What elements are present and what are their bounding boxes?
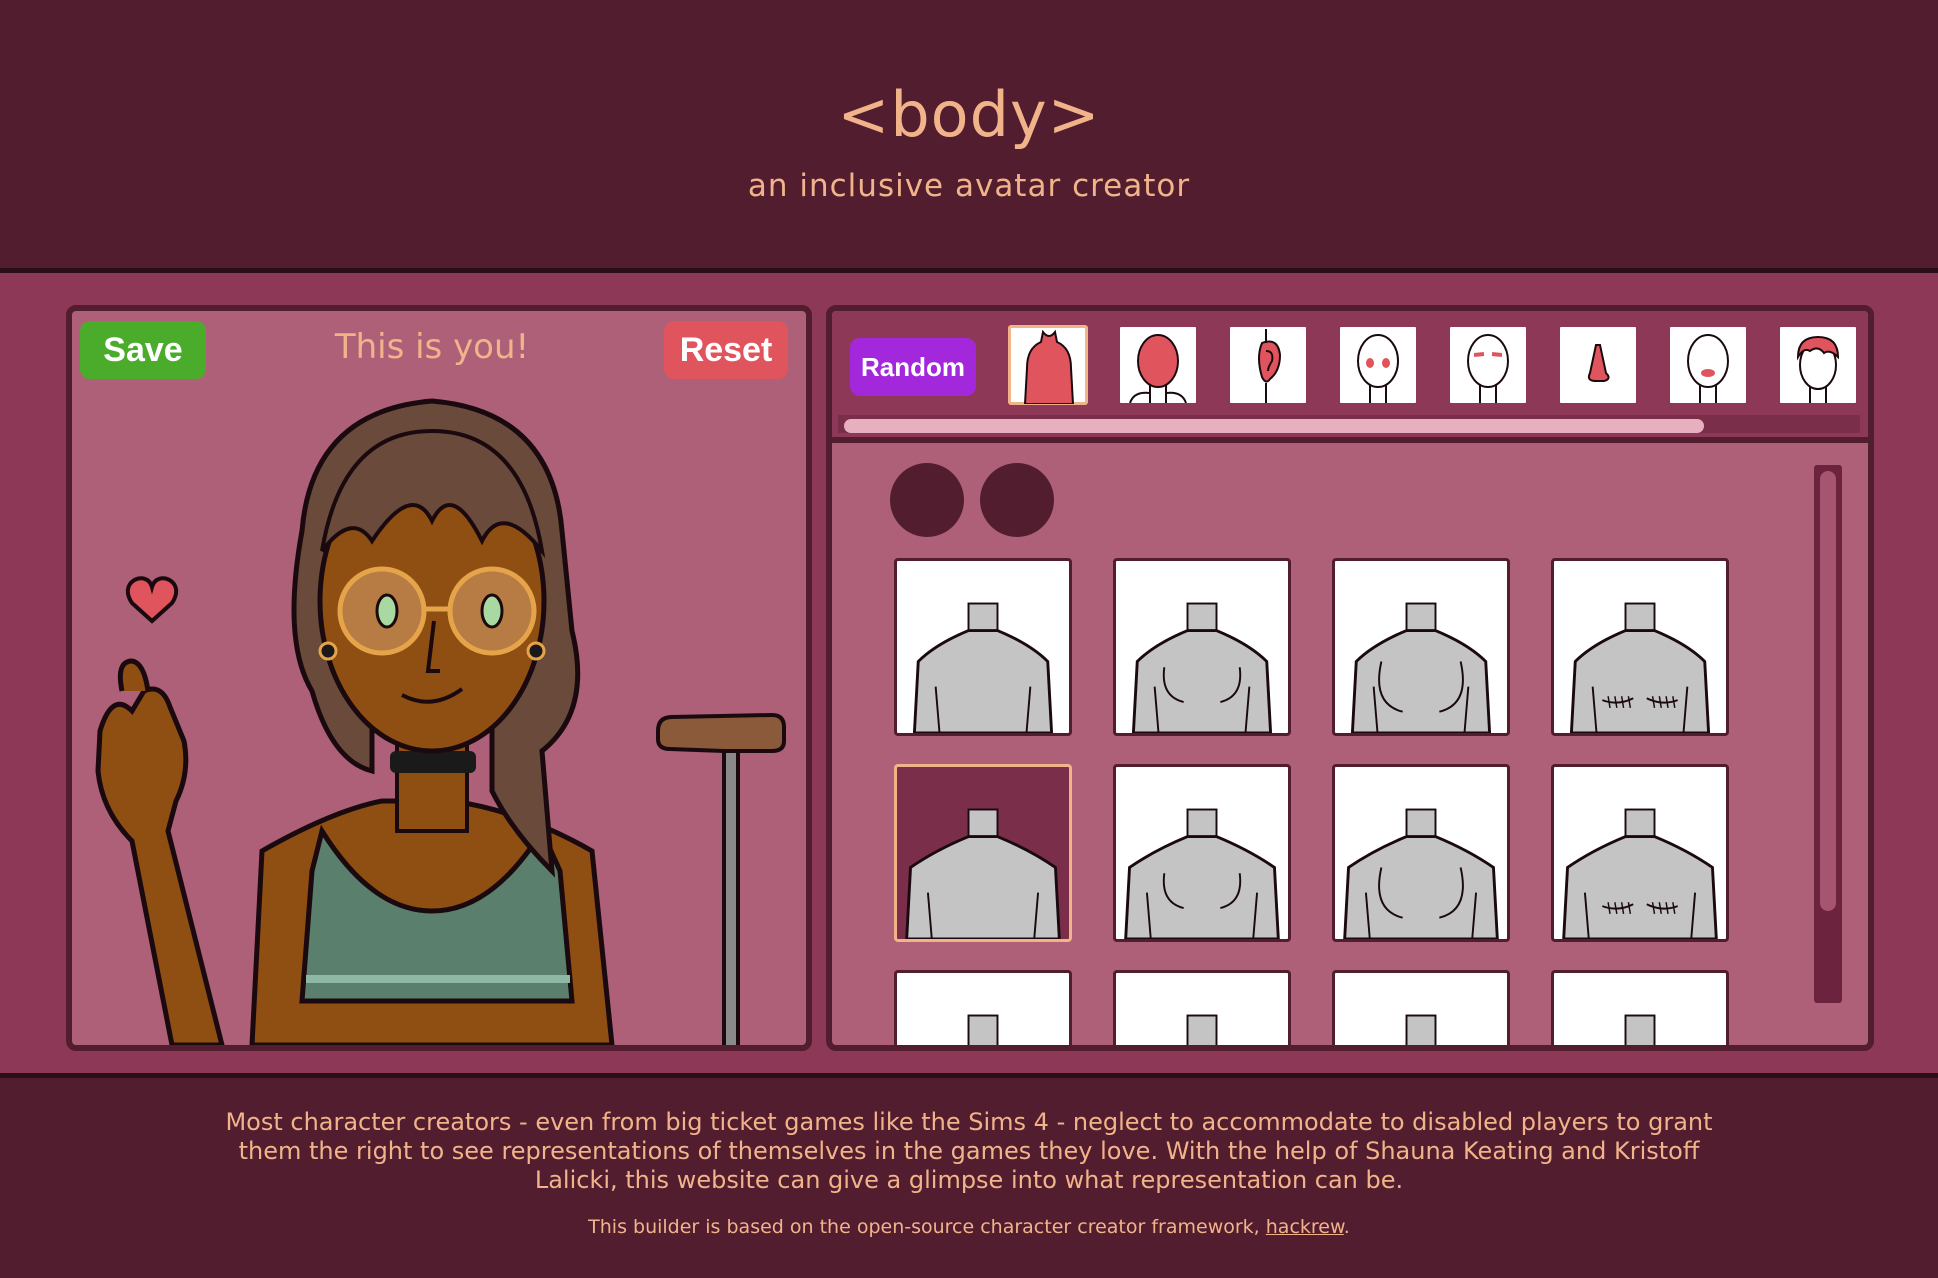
save-button[interactable]: Save <box>80 321 206 379</box>
body-option-preview <box>1405 1014 1437 1045</box>
tab-body[interactable] <box>1008 325 1088 405</box>
body-option-partial[interactable] <box>1113 970 1291 1045</box>
body-option-preview <box>912 602 1054 733</box>
random-button[interactable]: Random <box>850 338 976 396</box>
body-option-partial[interactable] <box>1551 970 1729 1045</box>
body-option-preview <box>1131 602 1273 733</box>
head-shape-icon <box>1129 334 1187 404</box>
avatar-caption: This is you! <box>334 327 530 367</box>
options-scrollbar-thumb[interactable] <box>1820 471 1836 911</box>
body-option-flat-wide[interactable] <box>894 764 1072 942</box>
eyes-icon <box>1357 334 1399 403</box>
body-option-preview <box>1186 1014 1218 1045</box>
body-option-small-chest-wide[interactable] <box>1113 764 1291 942</box>
site-header: <body> an inclusive avatar creator <box>0 0 1938 268</box>
hair-icon <box>1796 335 1840 403</box>
eyebrows-icon <box>1467 334 1509 403</box>
body-option-partial[interactable] <box>894 970 1072 1045</box>
reset-button[interactable]: Reset <box>664 321 788 379</box>
tab-head[interactable] <box>1118 325 1198 405</box>
body-option-preview <box>905 808 1061 939</box>
ear-icon <box>1258 329 1282 403</box>
page-subtitle: an inclusive avatar creator <box>747 168 1191 204</box>
avatar-preview-panel: Save This is you! Reset <box>66 305 812 1051</box>
body-option-preview <box>1569 602 1711 733</box>
body-option-preview <box>1624 1014 1656 1045</box>
body-option-partial[interactable] <box>1332 970 1510 1045</box>
page-title: <body> <box>837 78 1101 151</box>
tab-ears[interactable] <box>1228 325 1308 405</box>
footer-description: Most character creators - even from big … <box>225 1108 1713 1194</box>
body-option-flat[interactable] <box>894 558 1072 736</box>
tab-nose[interactable] <box>1558 325 1638 405</box>
cane-icon <box>656 712 786 1045</box>
options-panel: Random <box>826 305 1874 1051</box>
hackrew-link[interactable]: hackrew <box>1266 1216 1344 1238</box>
body-option-chest[interactable] <box>1332 558 1510 736</box>
body-option-preview <box>967 1014 999 1045</box>
tab-eyebrows[interactable] <box>1448 325 1528 405</box>
nose-icon <box>1587 344 1610 382</box>
body-option-preview <box>1562 808 1718 939</box>
color-swatch[interactable] <box>980 463 1054 537</box>
body-option-preview <box>1124 808 1280 939</box>
body-silhouette-icon <box>1023 329 1075 405</box>
tab-hair[interactable] <box>1778 325 1858 405</box>
avatar-illustration <box>95 398 786 1045</box>
mouth-icon <box>1687 334 1729 403</box>
credit-suffix: . <box>1343 1216 1350 1238</box>
body-option-top-surgery-scars-wide[interactable] <box>1551 764 1729 942</box>
tab-mouth[interactable] <box>1668 325 1748 405</box>
site-footer: Most character creators - even from big … <box>0 1078 1938 1278</box>
body-option-top-surgery-scars[interactable] <box>1551 558 1729 736</box>
body-option-preview <box>1350 602 1492 733</box>
credit-prefix: This builder is based on the open-source… <box>588 1216 1260 1238</box>
body-option-chest-wide[interactable] <box>1332 764 1510 942</box>
heart-icon <box>125 576 179 624</box>
color-swatch[interactable] <box>890 463 964 537</box>
tab-eyes[interactable] <box>1338 325 1418 405</box>
body-option-small-chest[interactable] <box>1113 558 1291 736</box>
footer-credit: This builder is based on the open-source… <box>0 1216 1938 1238</box>
body-option-preview <box>1343 808 1499 939</box>
category-scrollbar-thumb[interactable] <box>844 419 1704 433</box>
raised-hand <box>95 658 225 1045</box>
